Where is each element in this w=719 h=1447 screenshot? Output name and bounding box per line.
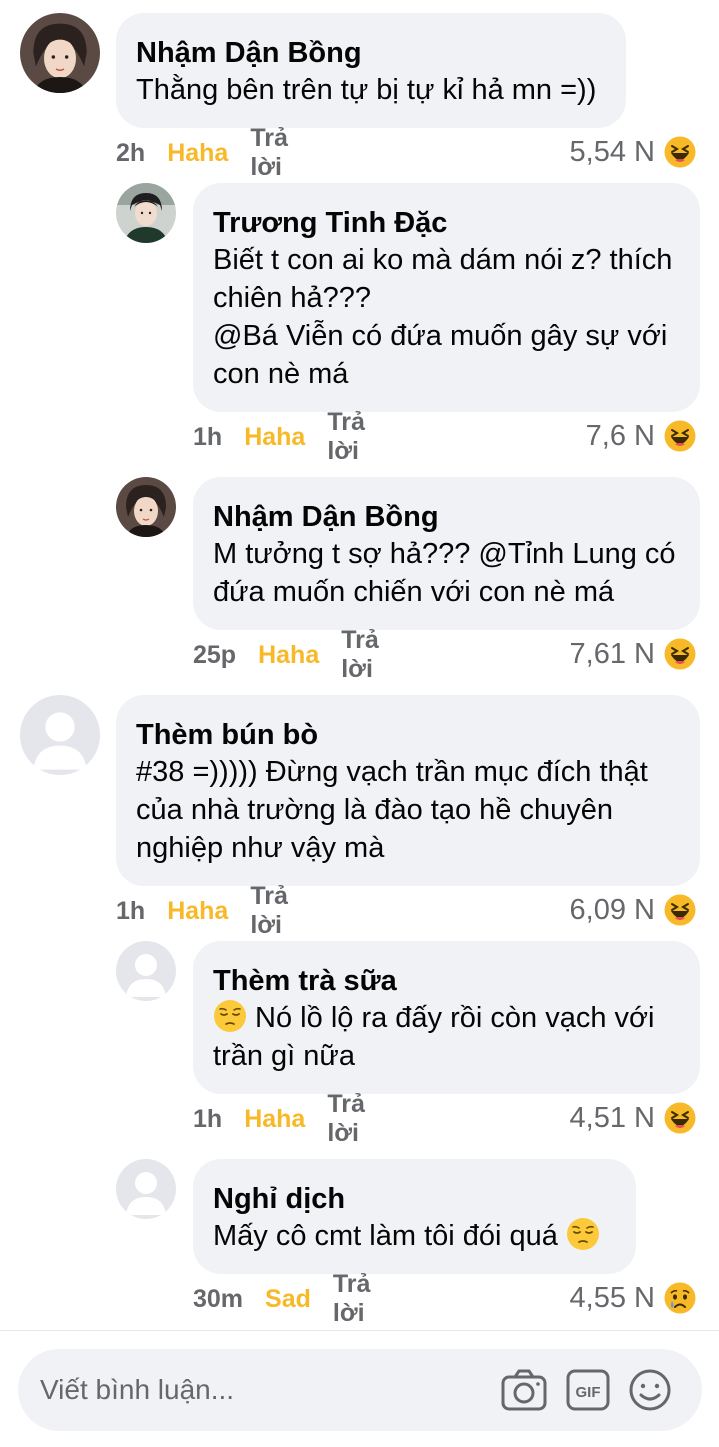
comment-text: Nó lồ lộ ra đấy rồi còn vạch với trần gì…	[213, 999, 680, 1075]
reaction-label[interactable]: Haha	[167, 897, 228, 926]
smiley-icon[interactable]	[626, 1367, 674, 1413]
reply-button[interactable]: Trả lời	[327, 408, 365, 466]
avatar[interactable]	[116, 1159, 176, 1219]
comment-text-body: Nó lồ lộ ra đấy rồi còn vạch với trần gì…	[213, 1002, 655, 1072]
comment-text: Mấy cô cmt làm tôi đói quá	[213, 1217, 616, 1255]
comment-time[interactable]: 1h	[116, 897, 145, 926]
comment-input[interactable]	[40, 1365, 480, 1415]
comment-author[interactable]: Nhậm Dận Bồng	[213, 499, 680, 535]
comment-bubble[interactable]: Nhậm Dận Bồng M tưởng t sợ hả??? @Tỉnh L…	[193, 477, 700, 630]
comment-actions: 1h Haha Trả lời	[193, 1090, 365, 1147]
comment-author[interactable]: Thèm trà sữa	[213, 963, 680, 999]
pensive-emoji-icon	[566, 1217, 600, 1251]
sad-emoji-icon[interactable]	[664, 1282, 696, 1314]
comment-actions: 1h Haha Trả lời	[193, 408, 365, 465]
camera-icon[interactable]	[500, 1367, 548, 1413]
reply-button[interactable]: Trả lời	[333, 1270, 371, 1328]
reaction-count[interactable]: 5,54 N	[520, 134, 655, 170]
comment-time[interactable]: 25p	[193, 641, 236, 670]
comment-author[interactable]: Nghỉ dịch	[213, 1181, 616, 1217]
comment-text-body: Mấy cô cmt làm tôi đói quá	[213, 1220, 566, 1252]
comment-composer: GIF	[18, 1349, 702, 1431]
reply-button[interactable]: Trả lời	[341, 626, 379, 684]
avatar[interactable]	[116, 477, 176, 537]
haha-emoji-icon[interactable]	[664, 420, 696, 452]
avatar[interactable]	[20, 695, 100, 775]
svg-text:GIF: GIF	[576, 1384, 601, 1401]
reaction-label[interactable]: Haha	[167, 139, 228, 168]
comment-actions: 2h Haha Trả lời	[116, 124, 288, 181]
avatar[interactable]	[116, 183, 176, 243]
avatar[interactable]	[20, 13, 100, 93]
comment-author[interactable]: Trương Tinh Đặc	[213, 205, 680, 241]
reply-button[interactable]: Trả lời	[250, 124, 288, 182]
reply-button[interactable]: Trả lời	[250, 882, 288, 940]
haha-emoji-icon[interactable]	[664, 1102, 696, 1134]
reaction-count[interactable]: 6,09 N	[520, 892, 655, 928]
reaction-count[interactable]: 4,51 N	[520, 1100, 655, 1136]
comment-time[interactable]: 1h	[193, 1105, 222, 1134]
haha-emoji-icon[interactable]	[664, 136, 696, 168]
reaction-label[interactable]: Haha	[258, 641, 319, 670]
reaction-count[interactable]: 7,61 N	[520, 636, 655, 672]
comment-bubble[interactable]: Thèm trà sữa Nó lồ lộ ra đấy rồi còn vạc…	[193, 941, 700, 1094]
haha-emoji-icon[interactable]	[664, 894, 696, 926]
comment-time[interactable]: 30m	[193, 1285, 243, 1314]
comment-actions: 1h Haha Trả lời	[116, 882, 288, 939]
comment-author[interactable]: Nhậm Dận Bồng	[136, 35, 606, 71]
comment-text: Thằng bên trên tự bị tự kỉ hả mn =))	[136, 74, 597, 106]
comment-bubble[interactable]: Trương Tinh Đặc Biết t con ai ko mà dám …	[193, 183, 700, 412]
reaction-label[interactable]: Haha	[244, 423, 305, 452]
comment-actions: 25p Haha Trả lời	[193, 626, 379, 683]
haha-emoji-icon[interactable]	[664, 638, 696, 670]
comment-bubble[interactable]: Thèm bún bò #38 =))))) Đừng vạch trần mụ…	[116, 695, 700, 886]
reaction-label[interactable]: Haha	[244, 1105, 305, 1134]
reaction-count[interactable]: 4,55 N	[520, 1280, 655, 1316]
reply-button[interactable]: Trả lời	[327, 1090, 365, 1148]
comment-text: M tưởng t sợ hả??? @Tỉnh Lung có đứa muố…	[213, 538, 676, 608]
comment-bubble[interactable]: Nghỉ dịch Mấy cô cmt làm tôi đói quá	[193, 1159, 636, 1274]
comment-time[interactable]: 2h	[116, 139, 145, 168]
comment-text: Biết t con ai ko mà dám nói z? thích chi…	[213, 244, 673, 390]
comment-text: #38 =))))) Đừng vạch trần mục đích thật …	[136, 756, 648, 864]
reaction-label[interactable]: Sad	[265, 1285, 311, 1314]
avatar[interactable]	[116, 941, 176, 1001]
comment-bubble[interactable]: Nhậm Dận Bồng Thằng bên trên tự bị tự kỉ…	[116, 13, 626, 128]
pensive-emoji-icon	[213, 999, 247, 1033]
divider	[0, 1330, 719, 1331]
reaction-count[interactable]: 7,6 N	[520, 418, 655, 454]
gif-icon[interactable]: GIF	[564, 1367, 612, 1413]
comment-time[interactable]: 1h	[193, 423, 222, 452]
comment-actions: 30m Sad Trả lời	[193, 1270, 370, 1327]
comment-author[interactable]: Thèm bún bò	[136, 717, 680, 753]
